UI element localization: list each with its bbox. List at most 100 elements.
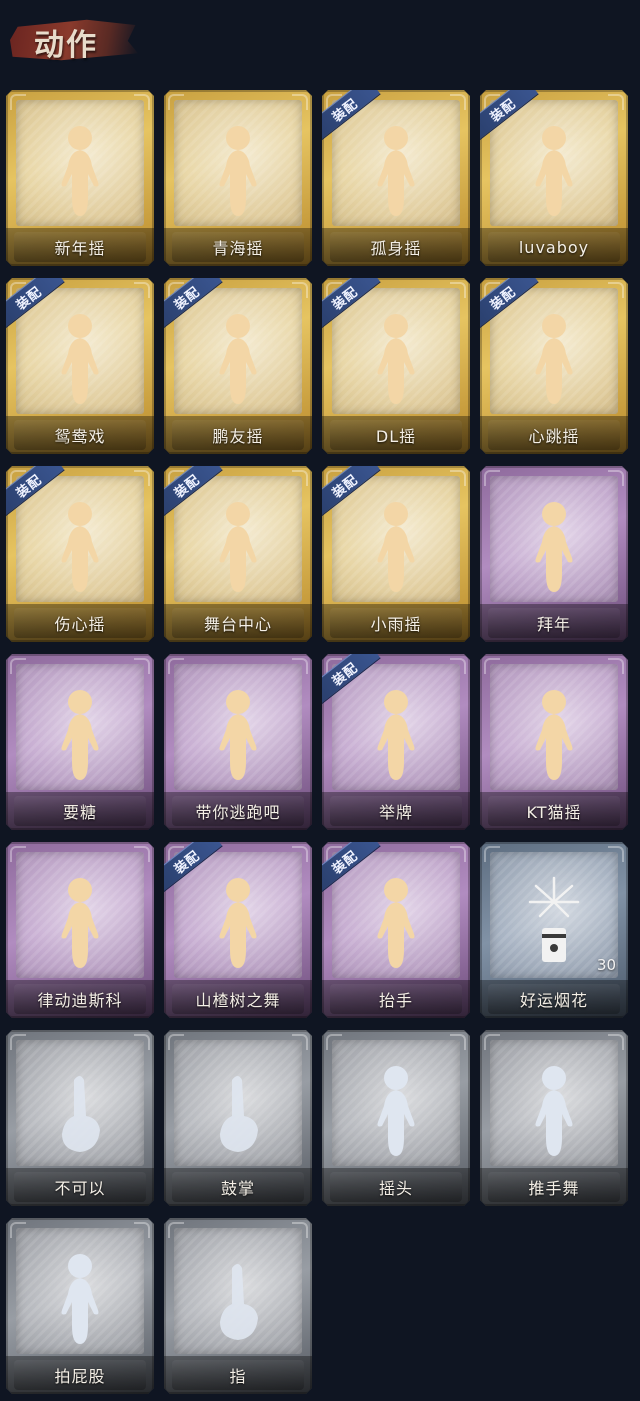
page-header: 动作 (10, 14, 140, 64)
frame-corner-ornament (134, 1034, 150, 1050)
emote-card[interactable]: 要糖 (6, 654, 154, 830)
emote-name: 心跳摇 (528, 427, 580, 446)
emote-name: 青海摇 (212, 239, 264, 258)
figure-dancing-icon (514, 308, 594, 408)
emote-name: 鸳鸯戏 (54, 427, 106, 446)
figure-dancing-icon (198, 120, 278, 220)
finger-wag-icon (40, 1060, 120, 1160)
frame-corner-ornament (168, 658, 184, 674)
card-label-bar: 拍屁股 (6, 1356, 154, 1394)
emote-name: KT猫摇 (526, 803, 582, 822)
frame-corner-ornament (292, 658, 308, 674)
figure-shaking-head-icon (356, 1060, 436, 1160)
figure-arm-raised-icon (198, 872, 278, 972)
emote-name: 山楂树之舞 (195, 991, 281, 1010)
emote-card[interactable]: 装配 山楂树之舞 (164, 842, 312, 1018)
frame-corner-ornament (608, 658, 624, 674)
emote-card[interactable]: 30 好运烟花 (480, 842, 628, 1018)
emote-card[interactable]: 推手舞 (480, 1030, 628, 1206)
emote-card[interactable]: 装配 DL摇 (322, 278, 470, 454)
frame-corner-ornament (450, 282, 466, 298)
card-label-bar: 摇头 (322, 1168, 470, 1206)
emote-card[interactable]: 鼓掌 (164, 1030, 312, 1206)
emote-name: 拜年 (536, 615, 571, 634)
figure-dancing-icon (356, 120, 436, 220)
emote-card[interactable]: 装配 伤心摇 (6, 466, 154, 642)
frame-corner-ornament (326, 1034, 342, 1050)
frame-corner-ornament (134, 282, 150, 298)
card-label-bar: KT猫摇 (480, 792, 628, 830)
card-label-bar: 新年摇 (6, 228, 154, 266)
figure-clapping-icon (40, 120, 120, 220)
card-label-bar: 指 (164, 1356, 312, 1394)
card-label-bar: 鼓掌 (164, 1168, 312, 1206)
emote-name: 舞台中心 (203, 615, 272, 634)
card-label-bar: luvaboy (480, 228, 628, 266)
frame-corner-ornament (292, 1222, 308, 1238)
card-label-bar: 带你逃跑吧 (164, 792, 312, 830)
emote-card[interactable]: 新年摇 (6, 90, 154, 266)
figure-patting-icon (40, 1248, 120, 1348)
emote-card[interactable]: 装配 小雨摇 (322, 466, 470, 642)
figure-raising-hand-icon (356, 872, 436, 972)
emote-card[interactable]: 装配 心跳摇 (480, 278, 628, 454)
frame-corner-ornament (134, 846, 150, 862)
frame-corner-ornament (292, 846, 308, 862)
emote-name: 好运烟花 (519, 991, 588, 1010)
card-label-bar: 舞台中心 (164, 604, 312, 642)
frame-corner-ornament (450, 846, 466, 862)
emote-card[interactable]: 指 (164, 1218, 312, 1394)
emote-card[interactable]: 装配 举牌 (322, 654, 470, 830)
emote-name: 带你逃跑吧 (195, 803, 281, 822)
frame-corner-ornament (292, 282, 308, 298)
card-label-bar: 青海摇 (164, 228, 312, 266)
emote-name: 伤心摇 (54, 615, 106, 634)
frame-corner-ornament (484, 846, 500, 862)
emote-name: 鼓掌 (220, 1179, 255, 1198)
card-label-bar: 律动迪斯科 (6, 980, 154, 1018)
emote-grid: 新年摇 青海摇 装配 孤身摇 装配 luvaboy 装配 鸳鸯戏 装配 鹏友摇 装配 DL摇 装配 心跳摇… (6, 90, 628, 1394)
frame-corner-ornament (292, 1034, 308, 1050)
frame-corner-ornament (168, 1222, 184, 1238)
figure-dancing-icon (356, 496, 436, 596)
emote-card[interactable]: KT猫摇 (480, 654, 628, 830)
emote-card[interactable]: 装配 鹏友摇 (164, 278, 312, 454)
emote-card[interactable]: 拜年 (480, 466, 628, 642)
pointing-hand-icon (198, 1248, 278, 1348)
emote-card[interactable]: 装配 luvaboy (480, 90, 628, 266)
frame-corner-ornament (608, 1034, 624, 1050)
emote-card[interactable]: 律动迪斯科 (6, 842, 154, 1018)
frame-corner-ornament (134, 1222, 150, 1238)
figure-disco-icon (40, 872, 120, 972)
emote-card[interactable]: 青海摇 (164, 90, 312, 266)
frame-corner-ornament (608, 282, 624, 298)
emote-card[interactable]: 拍屁股 (6, 1218, 154, 1394)
emote-card[interactable]: 摇头 (322, 1030, 470, 1206)
figure-bowing-icon (514, 496, 594, 596)
emote-name: 拍屁股 (54, 1367, 106, 1386)
card-label-bar: 不可以 (6, 1168, 154, 1206)
frame-corner-ornament (134, 94, 150, 110)
card-label-bar: 拜年 (480, 604, 628, 642)
card-label-bar: DL摇 (322, 416, 470, 454)
frame-corner-ornament (292, 470, 308, 486)
card-label-bar: 推手舞 (480, 1168, 628, 1206)
emote-card[interactable]: 装配 舞台中心 (164, 466, 312, 642)
frame-corner-ornament (450, 1034, 466, 1050)
item-count: 30 (596, 956, 616, 974)
emote-card[interactable]: 装配 鸳鸯戏 (6, 278, 154, 454)
emote-card[interactable]: 不可以 (6, 1030, 154, 1206)
emote-name: 孤身摇 (370, 239, 422, 258)
emote-name: 要糖 (62, 803, 97, 822)
card-label-bar: 孤身摇 (322, 228, 470, 266)
emote-card[interactable]: 装配 孤身摇 (322, 90, 470, 266)
card-label-bar: 鹏友摇 (164, 416, 312, 454)
frame-corner-ornament (608, 846, 624, 862)
emote-card[interactable]: 带你逃跑吧 (164, 654, 312, 830)
frame-corner-ornament (292, 94, 308, 110)
frame-corner-ornament (10, 1222, 26, 1238)
figure-pushing-icon (514, 1060, 594, 1160)
card-label-bar: 抬手 (322, 980, 470, 1018)
emote-name: 推手舞 (528, 1179, 580, 1198)
emote-card[interactable]: 装配 抬手 (322, 842, 470, 1018)
